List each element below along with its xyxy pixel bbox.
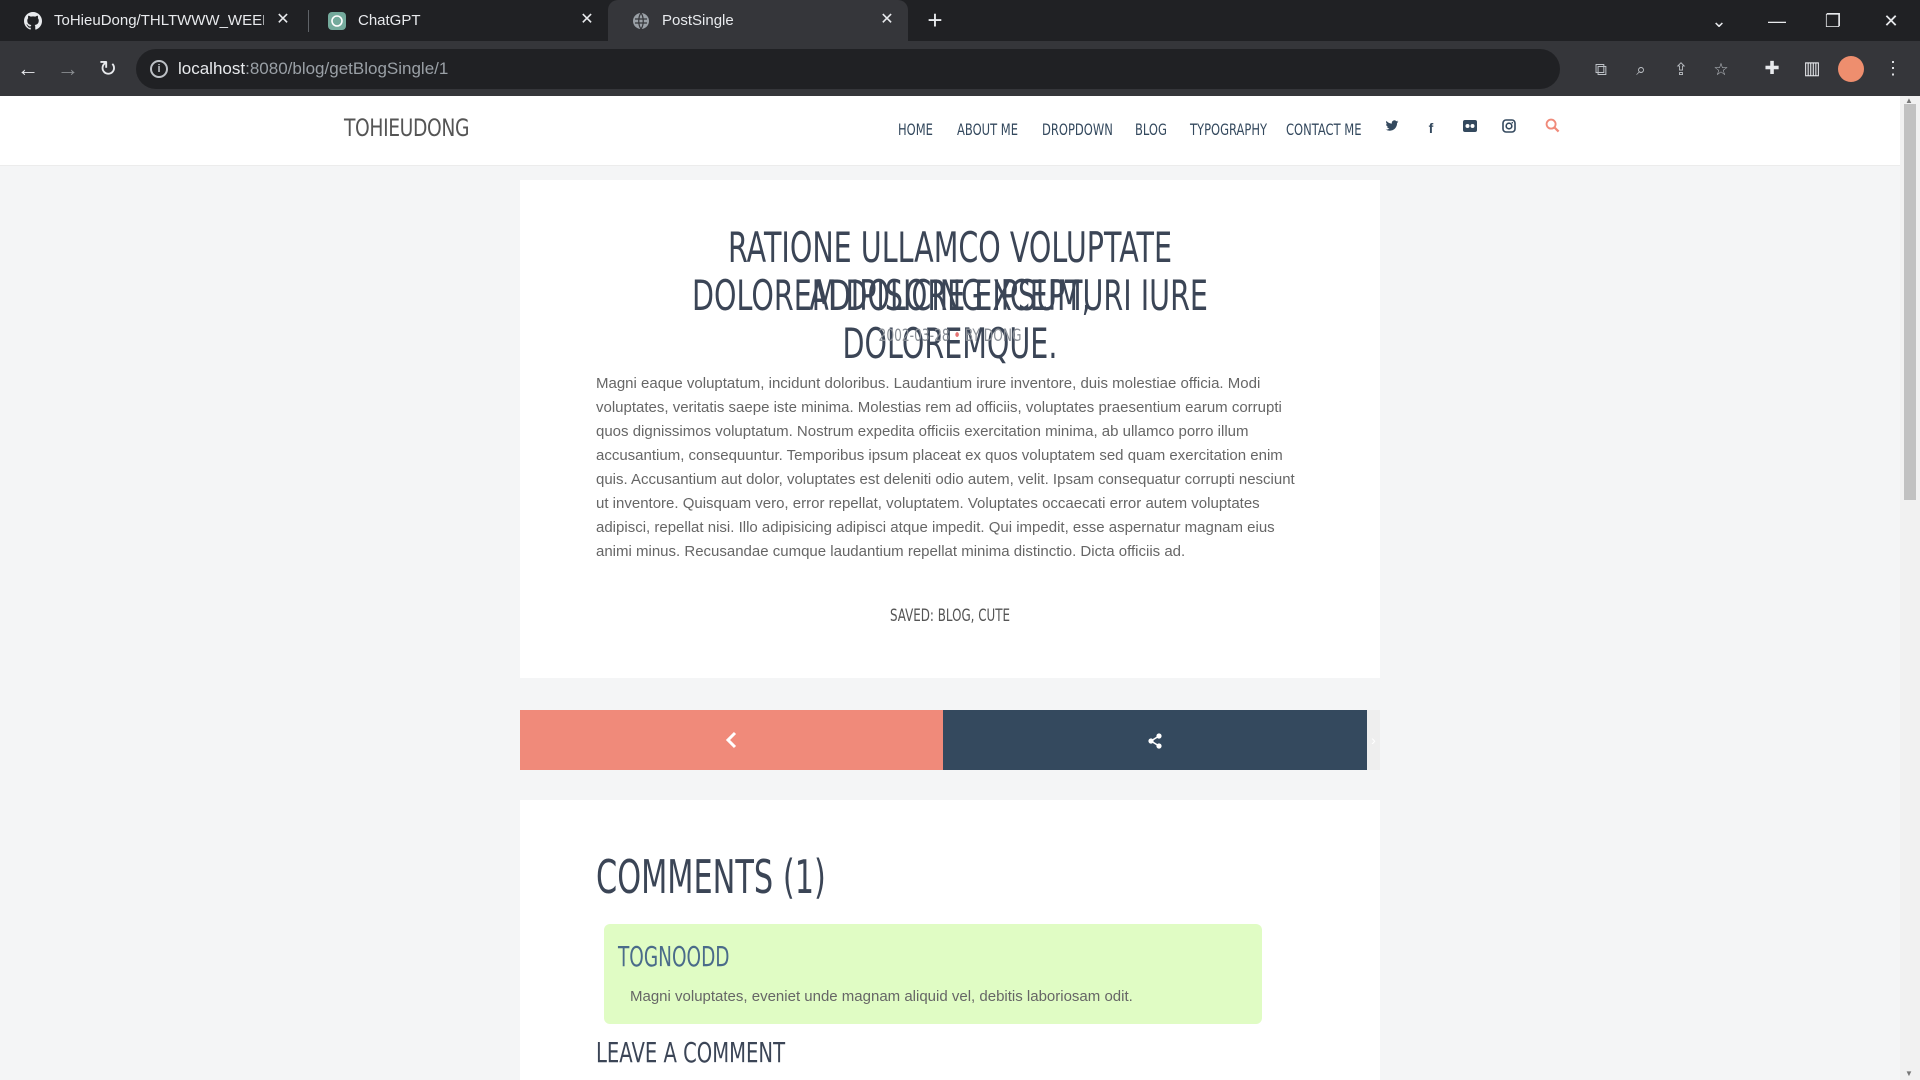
back-icon[interactable]: ← xyxy=(14,55,42,83)
tab-title: ChatGPT xyxy=(358,12,421,29)
scroll-down-icon[interactable]: ▼ xyxy=(1905,1069,1913,1078)
instagram-icon[interactable] xyxy=(1499,118,1519,138)
close-tab-icon[interactable]: ✕ xyxy=(274,11,292,29)
search-icon[interactable] xyxy=(1542,118,1562,138)
nav-home[interactable]: HOME xyxy=(898,120,933,139)
previous-post-button[interactable] xyxy=(520,710,943,770)
post-author[interactable]: BY DONG xyxy=(965,326,1022,346)
nav-about-me[interactable]: ABOUT ME xyxy=(957,120,1018,139)
extensions-icon[interactable]: ✚ xyxy=(1759,55,1785,81)
twitter-icon[interactable] xyxy=(1382,118,1402,138)
share-icon xyxy=(1148,733,1162,749)
site-brand[interactable]: TOHIEUDONG xyxy=(344,114,469,142)
menu-icon[interactable]: ⋮ xyxy=(1880,55,1906,81)
comments-card: COMMENTS (1) TOGNOODD Magni voluptates, … xyxy=(520,800,1380,1080)
new-tab-button[interactable]: + xyxy=(922,7,948,34)
translate-icon[interactable]: ⧉ xyxy=(1590,59,1612,81)
tab-github[interactable]: ToHieuDong/THLTWWW_WEEK ✕ xyxy=(0,0,304,41)
tab-title: ToHieuDong/THLTWWW_WEEK xyxy=(54,12,264,29)
post-body: Magni eaque voluptatum, incidunt dolorib… xyxy=(596,375,1295,560)
tab-search-icon[interactable]: ⌄ xyxy=(1706,8,1732,34)
share-icon[interactable]: ⇪ xyxy=(1670,59,1692,81)
post-card: RATIONE ULLAMCO VOLUPTATE ADIPISICING IP… xyxy=(520,180,1380,678)
meta-separator: • xyxy=(953,326,961,346)
browser-toolbar: ← → ↻ i localhost:8080/blog/getBlogSingl… xyxy=(0,41,1920,96)
bookmark-star-icon[interactable]: ☆ xyxy=(1710,59,1732,81)
facebook-icon[interactable]: f xyxy=(1421,118,1441,138)
post-meta: 2002-03-28 • BY DONG xyxy=(640,326,1259,346)
tab-title: PostSingle xyxy=(662,12,734,29)
nav-dropdown[interactable]: DROPDOWN xyxy=(1042,120,1113,139)
close-window-icon[interactable]: ✕ xyxy=(1878,8,1904,34)
profile-avatar[interactable] xyxy=(1838,56,1864,82)
site-info-icon[interactable]: i xyxy=(150,60,168,78)
address-bar[interactable]: i localhost:8080/blog/getBlogSingle/1 ⧉ … xyxy=(136,49,1729,89)
tab-chatgpt[interactable]: ChatGPT ✕ xyxy=(304,0,608,41)
nav-typography[interactable]: TYPOGRAPHY xyxy=(1190,120,1267,139)
site-header: TOHIEUDONG HOME ABOUT ME DROPDOWN BLOG T… xyxy=(0,96,1900,166)
zoom-icon[interactable]: ⌕ xyxy=(1630,59,1652,81)
close-tab-icon[interactable]: ✕ xyxy=(578,11,596,29)
post-title-line-2: DOLOREM DOLORE EXCEPTURI IURE DOLOREMQUE… xyxy=(692,271,1208,368)
forward-icon[interactable]: → xyxy=(54,55,82,83)
github-icon xyxy=(24,11,42,30)
url-text: localhost:8080/blog/getBlogSingle/1 xyxy=(178,59,449,78)
comment-author: TOGNOODD xyxy=(618,940,730,973)
side-panel-icon[interactable]: ▥ xyxy=(1799,55,1825,81)
chatgpt-icon xyxy=(328,11,346,30)
restore-icon[interactable]: ❐ xyxy=(1820,8,1846,34)
post-navigation: › xyxy=(520,710,1380,770)
tab-postsingle[interactable]: PostSingle ✕ xyxy=(608,0,908,41)
close-tab-icon[interactable]: ✕ xyxy=(878,11,896,29)
page-scrollbar[interactable]: ▲ ▼ xyxy=(1900,96,1920,1080)
browser-tab-strip: ToHieuDong/THLTWWW_WEEK ✕ ChatGPT ✕ Post… xyxy=(0,0,1920,41)
comment-text: Magni voluptates, eveniet unde magnam al… xyxy=(630,988,1133,1005)
nav-contact-me[interactable]: CONTACT ME xyxy=(1286,120,1362,139)
scroll-thumb[interactable] xyxy=(1904,104,1916,500)
leave-comment-title: LEAVE A COMMENT xyxy=(596,1036,786,1069)
comments-title: COMMENTS (1) xyxy=(596,850,826,904)
comment-item: TOGNOODD Magni voluptates, eveniet unde … xyxy=(604,924,1262,1024)
reload-icon[interactable]: ↻ xyxy=(94,55,122,83)
post-saved-tags[interactable]: SAVED: BLOG, CUTE xyxy=(649,606,1251,626)
chevron-left-icon xyxy=(725,732,736,749)
globe-icon xyxy=(632,12,650,30)
nav-blog[interactable]: BLOG xyxy=(1135,120,1167,139)
post-date: 2002-03-28 xyxy=(878,326,950,346)
minimize-icon[interactable]: — xyxy=(1764,8,1790,34)
next-post-button[interactable]: › xyxy=(1367,710,1380,770)
flickr-icon[interactable] xyxy=(1460,118,1480,138)
page-viewport: TOHIEUDONG HOME ABOUT ME DROPDOWN BLOG T… xyxy=(0,96,1900,1080)
share-button[interactable] xyxy=(943,710,1367,770)
